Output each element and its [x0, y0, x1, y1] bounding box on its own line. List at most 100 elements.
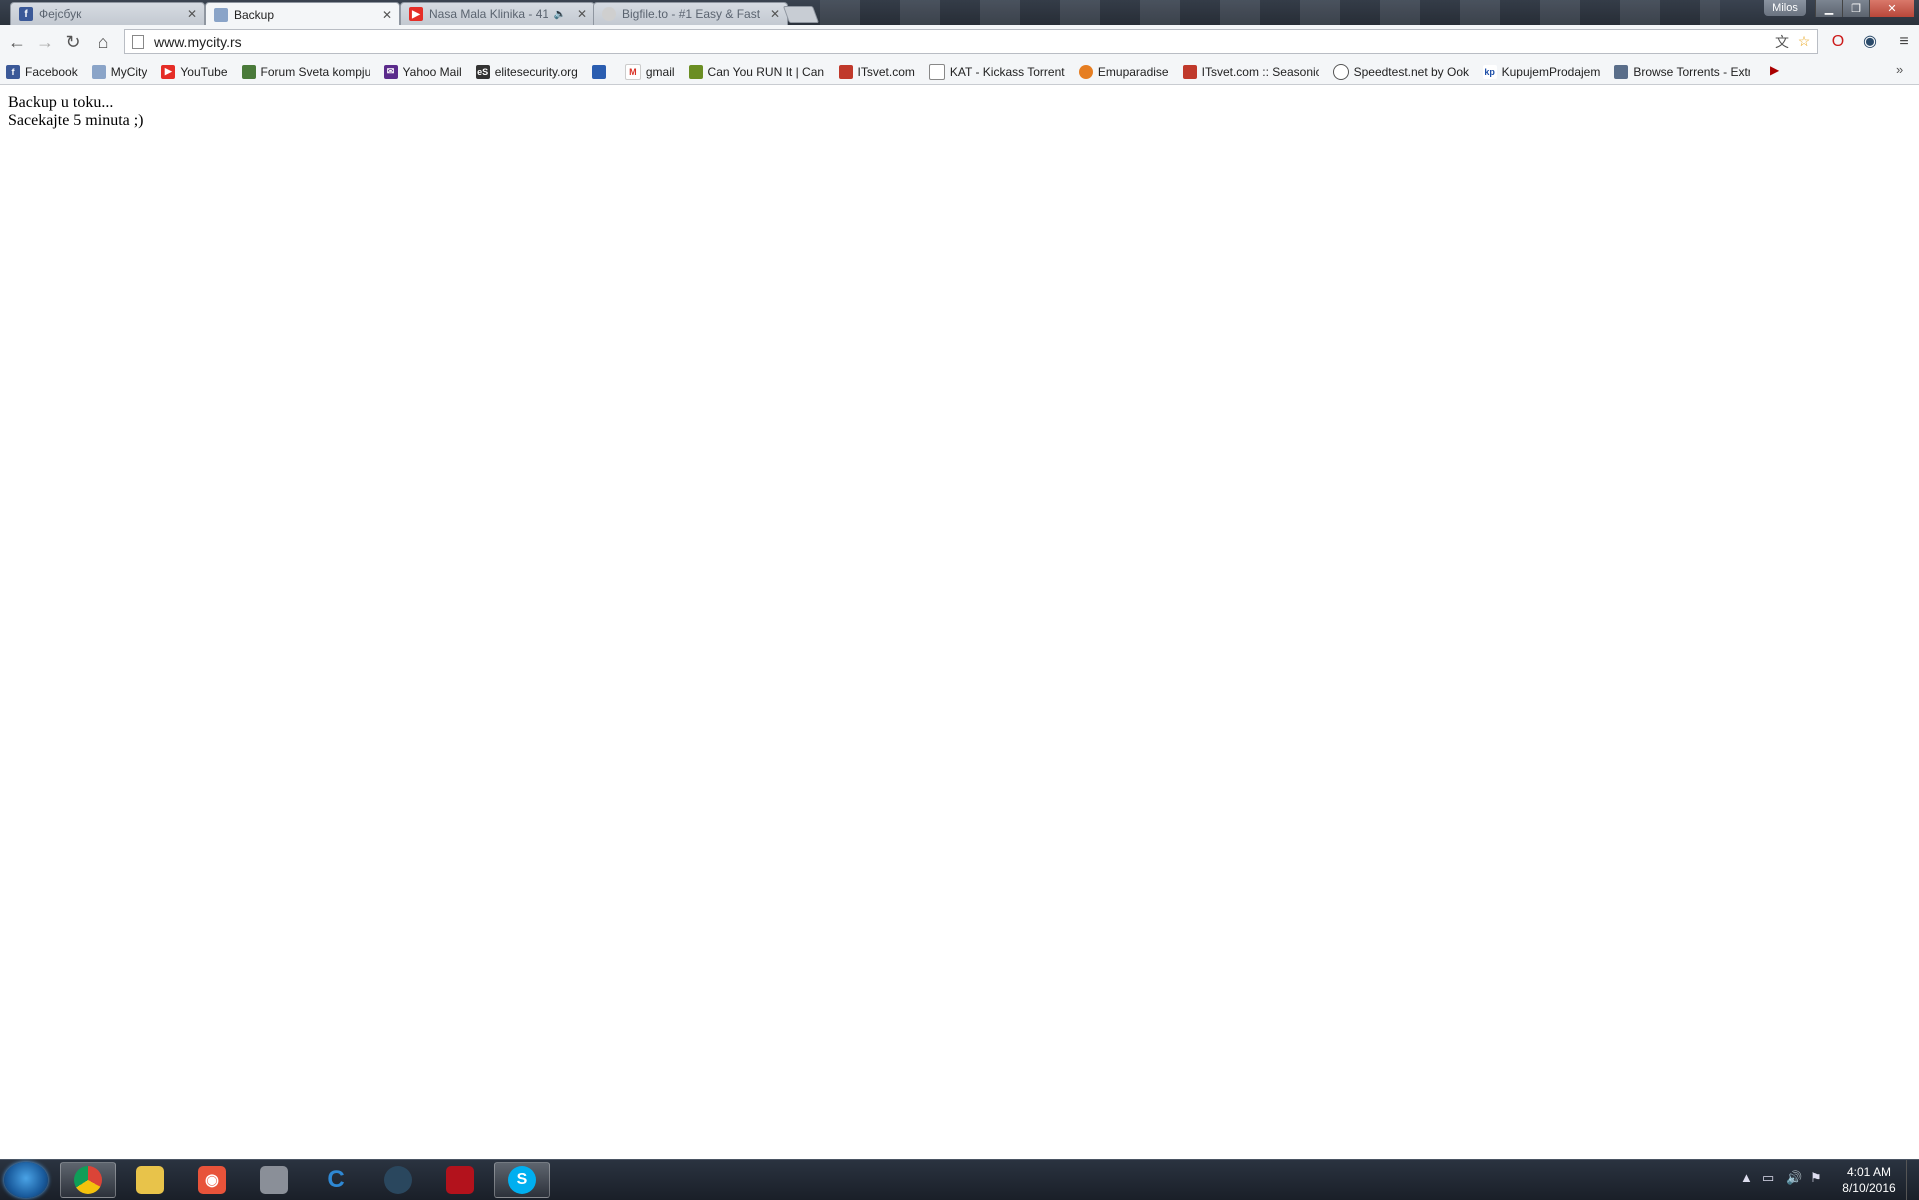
forward-button[interactable]: → [34, 31, 56, 53]
bookmark-mycity[interactable]: MyCity [91, 64, 147, 79]
kp-icon: kp [1482, 64, 1497, 79]
facebook-icon: f [19, 7, 33, 21]
address-bar[interactable]: 文 ☆ [124, 29, 1818, 54]
reload-button[interactable]: ↻ [62, 31, 84, 53]
youtube-icon: ▶ [409, 7, 423, 21]
menu-icon[interactable]: ≡ [1894, 32, 1914, 52]
close-icon[interactable]: ✕ [186, 7, 198, 21]
msi-afterburner-icon [446, 1166, 474, 1194]
bookmark-speedtest[interactable]: Speedtest.net by Ook [1332, 63, 1469, 80]
youtube-icon: ▶ [161, 64, 176, 79]
bookmark-elitesecurity[interactable]: eS elitesecurity.org [475, 64, 578, 79]
taskbar-recorder[interactable]: ◉ [184, 1162, 240, 1198]
translate-icon[interactable]: 文 [1773, 32, 1791, 52]
gmail-icon: M [624, 63, 641, 80]
skype-icon: S [508, 1166, 536, 1194]
bigfile-icon [602, 7, 616, 21]
taskbar-explorer[interactable] [122, 1162, 178, 1198]
close-icon[interactable]: ✕ [576, 7, 588, 21]
emuparadise-icon [1078, 64, 1093, 79]
bookmark-itsvet-seasonic[interactable]: ITsvet.com :: Seasonic [1182, 64, 1319, 79]
show-desktop-button[interactable] [1906, 1160, 1919, 1200]
window-controls: ▁ ❐ ✕ [1815, 0, 1914, 17]
more-bookmarks-chevron-icon[interactable]: » [1896, 62, 1903, 77]
play-icon[interactable]: ▶ [1770, 63, 1779, 77]
show-hidden-icons-icon[interactable]: ▲ [1740, 1170, 1753, 1185]
chrome-icon [74, 1166, 102, 1194]
steam-c-icon: C [327, 1166, 345, 1193]
tab-strip: f Фејсбук ✕ Backup ✕ ▶ Nasa Mala Klinika… [0, 0, 1919, 25]
es-icon: eS [475, 64, 490, 79]
bookmark-blue[interactable] [591, 64, 611, 79]
window-close-button[interactable]: ✕ [1869, 0, 1914, 17]
start-button[interactable] [4, 1162, 48, 1198]
forum-icon [241, 64, 256, 79]
page-icon [928, 63, 945, 80]
extension-icon[interactable]: ◉ [1860, 32, 1880, 52]
close-icon[interactable]: ✕ [381, 8, 393, 22]
mail-icon: ✉ [383, 64, 398, 79]
canyourunit-icon [688, 64, 703, 79]
new-tab-button[interactable] [782, 6, 820, 23]
bookmarks-bar: f Facebook MyCity ▶ YouTube Forum Sveta … [0, 59, 1919, 85]
bookmark-kupujemprodajem[interactable]: kp KupujemProdajem [1482, 64, 1600, 79]
opera-extension-icon[interactable]: O [1828, 32, 1848, 52]
bookmark-forum-sveta[interactable]: Forum Sveta kompjut [241, 64, 370, 79]
bookmark-extratorrent[interactable]: Browse Torrents - Extr [1614, 64, 1750, 79]
action-center-flag-icon[interactable]: ⚑ [1810, 1170, 1822, 1186]
taskbar-chrome[interactable] [60, 1162, 116, 1198]
taskbar-archive[interactable] [246, 1162, 302, 1198]
taskbar-skype[interactable]: S [494, 1162, 550, 1198]
page-icon [214, 7, 228, 22]
bookmark-itsvet[interactable]: ITsvet.com [838, 64, 915, 79]
taskbar-steam[interactable] [370, 1162, 426, 1198]
profile-button[interactable]: Milos [1764, 0, 1806, 16]
tab-youtube[interactable]: ▶ Nasa Mala Klinika - 41 🔈 ✕ [400, 2, 595, 25]
tab-title: Backup [234, 7, 275, 22]
minimize-button[interactable]: ▁ [1815, 0, 1842, 17]
network-icon[interactable]: ▭ [1762, 1170, 1774, 1186]
tab-bigfile[interactable]: Bigfile.to - #1 Easy & Fast ✕ [593, 2, 788, 25]
tab-facebook[interactable]: f Фејсбук ✕ [10, 2, 205, 25]
bookmark-star-icon[interactable]: ☆ [1795, 33, 1813, 50]
speaker-icon[interactable]: 🔈 [554, 9, 566, 20]
back-button[interactable]: ← [6, 31, 28, 53]
page-content: Backup u toku... Sacekajte 5 minuta ;) [0, 86, 1919, 1159]
page-info-icon[interactable] [132, 34, 144, 49]
taskbar-c-app[interactable]: C [308, 1162, 364, 1198]
close-icon[interactable]: ✕ [769, 7, 781, 21]
explorer-icon [136, 1166, 164, 1194]
taskbar-msi-afterburner[interactable] [432, 1162, 488, 1198]
taskbar: ◉ C S ▲ ▭ 🔊 ⚑ 4:01 AM 8/10/2016 [0, 1159, 1919, 1200]
mycity-icon [91, 64, 106, 79]
browser-toolbar: ← → ↻ ⌂ 文 ☆ O ◉ ≡ [0, 25, 1919, 60]
tab-title: Bigfile.to - #1 Easy & Fast [622, 7, 761, 21]
backup-message: Backup u toku... Sacekajte 5 minuta ;) [8, 94, 144, 130]
recorder-icon: ◉ [198, 1166, 226, 1194]
url-input[interactable] [152, 32, 1773, 51]
bookmark-facebook[interactable]: f Facebook [6, 64, 78, 79]
volume-icon[interactable]: 🔊 [1786, 1170, 1802, 1186]
bookmark-youtube[interactable]: ▶ YouTube [161, 64, 228, 79]
tab-title: Nasa Mala Klinika - 41 [429, 7, 548, 21]
wait-text: Sacekajte 5 minuta ;) [8, 112, 144, 129]
facebook-icon: f [6, 64, 20, 79]
clock-date: 8/10/2016 [1842, 1181, 1896, 1195]
clock-time: 4:01 AM [1846, 1165, 1892, 1179]
wallpaper-background [820, 0, 1720, 25]
home-button[interactable]: ⌂ [92, 31, 114, 53]
bookmark-kat[interactable]: KAT - Kickass Torrents [928, 63, 1065, 80]
system-clock[interactable]: 4:01 AM 8/10/2016 [1836, 1164, 1902, 1196]
archive-icon [260, 1166, 288, 1194]
bookmark-emuparadise[interactable]: Emuparadise [1078, 64, 1169, 79]
tab-title: Фејсбук [39, 7, 82, 21]
extratorrent-icon [1614, 64, 1629, 79]
steam-icon [384, 1166, 412, 1194]
restore-button[interactable]: ❐ [1842, 0, 1869, 17]
bookmark-canyourunit[interactable]: Can You RUN It | Can [688, 64, 825, 79]
bookmark-gmail[interactable]: M gmail [624, 63, 675, 80]
speedtest-icon [1332, 63, 1349, 80]
tab-backup[interactable]: Backup ✕ [205, 2, 400, 25]
bookmark-yahoo-mail[interactable]: ✉ Yahoo Mail [383, 64, 462, 79]
itsvet-icon [1182, 64, 1197, 79]
